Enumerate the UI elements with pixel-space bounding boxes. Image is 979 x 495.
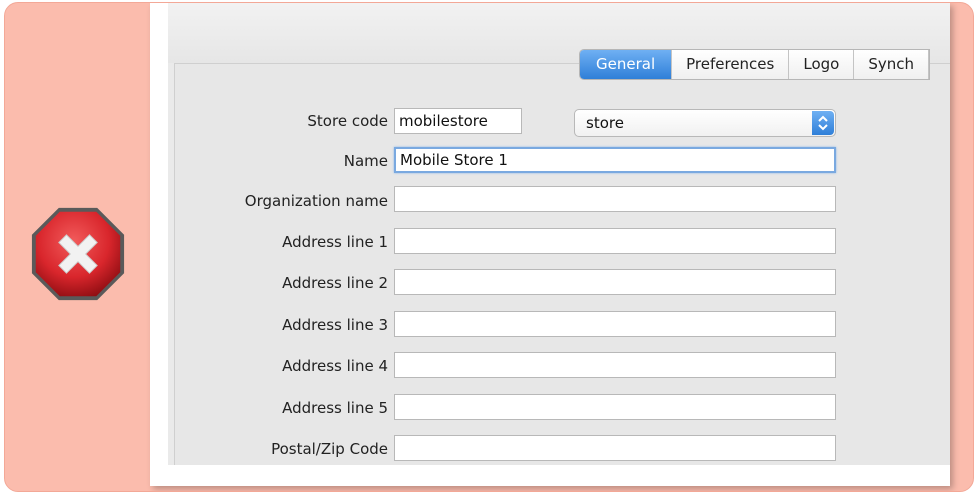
store-type-value: store	[586, 114, 624, 132]
store-code-label: Store code	[307, 112, 388, 130]
address-line-4-label: Address line 4	[282, 357, 388, 375]
address-line-2-label: Address line 2	[282, 274, 388, 292]
address-line-4-input[interactable]	[394, 352, 836, 378]
address-line-1-label: Address line 1	[282, 233, 388, 251]
address-line-3-label: Address line 3	[282, 316, 388, 334]
name-input[interactable]: Mobile Store 1	[394, 147, 836, 173]
tab-preferences[interactable]: Preferences	[672, 50, 790, 79]
tab-general[interactable]: General	[580, 50, 673, 79]
postal-code-label: Postal/Zip Code	[271, 440, 388, 458]
address-line-5-label: Address line 5	[282, 399, 388, 417]
store-code-input[interactable]: mobilestore	[394, 108, 522, 134]
name-label: Name	[343, 152, 388, 170]
address-line-2-input[interactable]	[394, 269, 836, 295]
error-stop-icon	[31, 207, 125, 301]
screenshot-window: General Preferences Logo Synch Store cod…	[150, 3, 950, 486]
address-line-3-input[interactable]	[394, 311, 836, 337]
postal-code-input[interactable]	[394, 435, 836, 461]
store-type-select[interactable]: store	[574, 109, 836, 137]
address-line-1-input[interactable]	[394, 228, 836, 254]
organization-name-input[interactable]	[394, 186, 836, 212]
example-frame: General Preferences Logo Synch Store cod…	[4, 2, 974, 492]
tab-bar: General Preferences Logo Synch	[579, 49, 931, 80]
organization-name-label: Organization name	[244, 192, 388, 210]
tab-synch[interactable]: Synch	[854, 50, 930, 79]
store-form-window: General Preferences Logo Synch Store cod…	[168, 3, 950, 465]
address-line-5-input[interactable]	[394, 394, 836, 420]
select-arrows-icon	[812, 111, 834, 135]
tab-logo[interactable]: Logo	[789, 50, 855, 79]
